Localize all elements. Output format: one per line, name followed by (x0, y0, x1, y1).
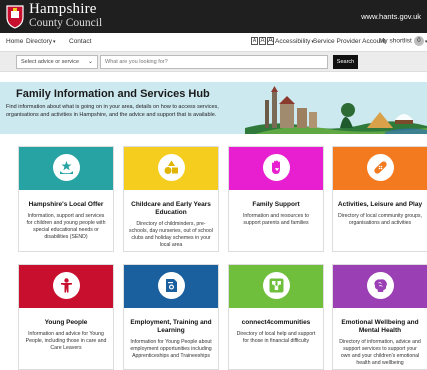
search-button[interactable]: Search (333, 55, 358, 69)
icon-circle (158, 154, 185, 181)
my-shortlist-label: My shortlist (379, 37, 412, 45)
icon-circle (53, 272, 80, 299)
text-size-small-button[interactable]: A (251, 37, 258, 45)
card-description: Information and resources to support par… (242, 213, 310, 226)
star-hands-icon (60, 161, 73, 174)
icon-circle (367, 154, 394, 181)
icon-circle (367, 272, 394, 299)
card-description: Directory of local community groups, org… (338, 213, 422, 226)
card-childcare-early-years[interactable]: Childcare and Early Years Education Dire… (123, 146, 219, 252)
card-description: Directory of local help and support for … (236, 331, 316, 344)
main-nav: Home Directory▾ Contact A A A Accessibil… (0, 33, 427, 51)
hampshire-crest-logo[interactable] (5, 3, 25, 29)
brand-name[interactable]: Hampshire (29, 1, 97, 18)
caret-down-icon: ▾ (53, 39, 56, 45)
select-value: Select advice or service (21, 59, 80, 65)
card-young-people[interactable]: Young People Information and advice for … (18, 264, 114, 370)
text-size-controls: A A A (251, 37, 274, 45)
card-header (229, 265, 323, 308)
shapes-icon (164, 160, 178, 174)
hub-banner: Family Information and Services Hub Find… (0, 82, 427, 134)
icon-circle (263, 272, 290, 299)
brand-subtitle[interactable]: County Council (29, 17, 102, 29)
chevron-down-icon: ⌄ (87, 59, 93, 65)
card-description: Information, support and services for ch… (26, 213, 106, 240)
site-url-link[interactable]: www.hants.gov.uk (361, 12, 421, 21)
bandage-icon (374, 161, 387, 174)
icon-circle (53, 154, 80, 181)
advice-service-select[interactable]: Select advice or service ⌄ (16, 55, 98, 69)
card-description: Directory of information, advice and sup… (339, 339, 421, 366)
card-header (124, 147, 218, 190)
card-title[interactable]: Emotional Wellbeing and Mental Health (333, 319, 427, 335)
brain-icon (374, 279, 387, 292)
card-title[interactable]: Hampshire's Local Offer (19, 201, 113, 209)
text-size-medium-button[interactable]: A (259, 37, 266, 45)
card-hampshire-local-offer[interactable]: Hampshire's Local Offer Information, sup… (18, 146, 114, 252)
card-description: Information for Young People about emplo… (130, 339, 212, 359)
nav-contact-link[interactable]: Contact (69, 38, 91, 45)
accessibility-menu[interactable]: Accessibility▾ (275, 38, 314, 45)
card-title[interactable]: Family Support (229, 201, 323, 209)
card-description: Directory of childminders, pre-schools, … (129, 221, 213, 248)
nav-directory-menu[interactable]: Directory▾ (26, 38, 56, 45)
text-size-large-button[interactable]: A (267, 37, 274, 45)
card-header (333, 265, 427, 308)
card-activities-leisure-play[interactable]: Activities, Leisure and Play Directory o… (332, 146, 427, 252)
network-icon (269, 278, 284, 293)
search-input[interactable] (100, 55, 328, 69)
shortlist-count-badge: 0 (413, 36, 424, 46)
card-employment-training-learning[interactable]: Employment, Training and Learning Inform… (123, 264, 219, 370)
certificate-icon (166, 279, 177, 292)
hand-icon (272, 160, 280, 174)
accessibility-label: Accessibility (275, 38, 311, 45)
card-header (19, 147, 113, 190)
site-header: Hampshire County Council www.hants.gov.u… (0, 0, 427, 33)
card-header (229, 147, 323, 190)
card-description: Information and advice for Young People,… (25, 331, 107, 351)
my-shortlist-link[interactable]: My shortlist 0 ▾ (379, 36, 427, 46)
card-emotional-wellbeing[interactable]: Emotional Wellbeing and Mental Health Di… (332, 264, 427, 370)
search-bar: Select advice or service ⌄ Search (0, 51, 427, 72)
card-title[interactable]: Childcare and Early Years Education (124, 201, 218, 217)
hub-title: Family Information and Services Hub (16, 88, 210, 100)
icon-circle (263, 154, 290, 181)
nav-home-link[interactable]: Home (6, 38, 23, 45)
service-provider-account-link[interactable]: Service Provider Account (313, 38, 386, 45)
card-connect4communities[interactable]: connect4communities Directory of local h… (228, 264, 324, 370)
card-title[interactable]: Young People (19, 319, 113, 327)
card-title[interactable]: connect4communities (229, 319, 323, 327)
nav-directory-label: Directory (26, 38, 53, 45)
icon-circle (158, 272, 185, 299)
card-title[interactable]: Activities, Leisure and Play (333, 201, 427, 209)
card-header (124, 265, 218, 308)
person-icon (61, 278, 72, 293)
card-title[interactable]: Employment, Training and Learning (124, 319, 218, 335)
landscape-illustration (245, 82, 427, 134)
card-family-support[interactable]: Family Support Information and resources… (228, 146, 324, 252)
card-header (333, 147, 427, 190)
card-header (19, 265, 113, 308)
hub-description: Find information about what is going on … (6, 104, 219, 118)
